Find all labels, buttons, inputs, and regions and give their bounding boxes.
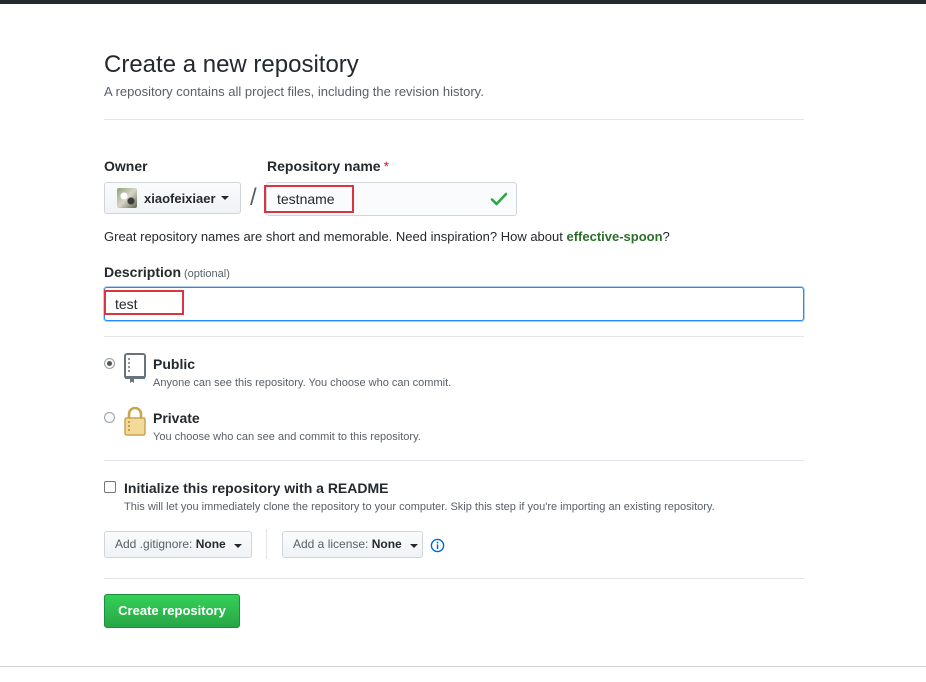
divider bbox=[104, 460, 804, 461]
initialize-readme-checkbox[interactable] bbox=[104, 481, 116, 493]
license-prefix: Add a license: bbox=[293, 537, 369, 551]
chevron-down-icon bbox=[220, 196, 229, 200]
hint-text: Great repository names are short and mem… bbox=[104, 229, 567, 244]
gitignore-select-button[interactable]: Add .gitignore: None bbox=[104, 531, 252, 558]
optional-note: (optional) bbox=[184, 268, 230, 280]
description-label-text: Description bbox=[104, 264, 182, 280]
page-title: Create a new repository bbox=[104, 51, 359, 78]
avatar bbox=[117, 188, 137, 208]
info-icon[interactable] bbox=[430, 538, 445, 553]
owner-select-button[interactable]: xiaofeixiaer bbox=[104, 182, 241, 214]
license-value: None bbox=[371, 537, 402, 551]
repository-name-label: Repository name * bbox=[267, 157, 389, 175]
lock-icon bbox=[124, 406, 146, 436]
public-title: Public bbox=[153, 356, 196, 372]
description-input[interactable]: test bbox=[104, 287, 804, 321]
private-radio[interactable] bbox=[104, 412, 115, 423]
license-select-button[interactable]: Add a license: None bbox=[282, 531, 423, 558]
private-title: Private bbox=[153, 410, 200, 426]
public-radio[interactable] bbox=[104, 358, 115, 369]
divider bbox=[104, 336, 804, 337]
required-mark: * bbox=[383, 158, 390, 174]
check-icon bbox=[490, 192, 508, 206]
chevron-down-icon bbox=[234, 544, 243, 548]
initialize-readme-description: This will let you immediately clone the … bbox=[124, 501, 715, 513]
top-bar bbox=[0, 0, 926, 4]
gitignore-value: None bbox=[195, 537, 226, 551]
owner-repo-separator: / bbox=[250, 184, 257, 211]
divider bbox=[104, 119, 804, 120]
create-repository-button[interactable]: Create repository bbox=[104, 594, 240, 628]
repo-book-icon bbox=[124, 353, 146, 383]
private-description: You choose who can see and commit to thi… bbox=[153, 431, 421, 443]
gitignore-prefix: Add .gitignore: bbox=[115, 537, 193, 551]
owner-label: Owner bbox=[104, 158, 148, 174]
footer-divider bbox=[0, 666, 926, 667]
repository-name-label-text: Repository name bbox=[267, 158, 381, 174]
divider bbox=[104, 578, 804, 579]
select-separator bbox=[266, 529, 267, 559]
chevron-down-icon bbox=[410, 544, 419, 548]
public-description: Anyone can see this repository. You choo… bbox=[153, 377, 452, 389]
description-label: Description (optional) bbox=[104, 263, 230, 283]
page-subtitle: A repository contains all project files,… bbox=[104, 84, 484, 99]
name-suggestion-hint: Great repository names are short and mem… bbox=[104, 228, 670, 246]
annotation-highlight-description bbox=[104, 290, 184, 315]
owner-name: xiaofeixiaer bbox=[144, 190, 216, 206]
hint-end: ? bbox=[662, 229, 670, 244]
annotation-highlight-repository-name bbox=[264, 185, 354, 213]
initialize-readme-title: Initialize this repository with a README bbox=[124, 480, 389, 496]
suggestion-link[interactable]: effective-spoon bbox=[566, 229, 662, 244]
